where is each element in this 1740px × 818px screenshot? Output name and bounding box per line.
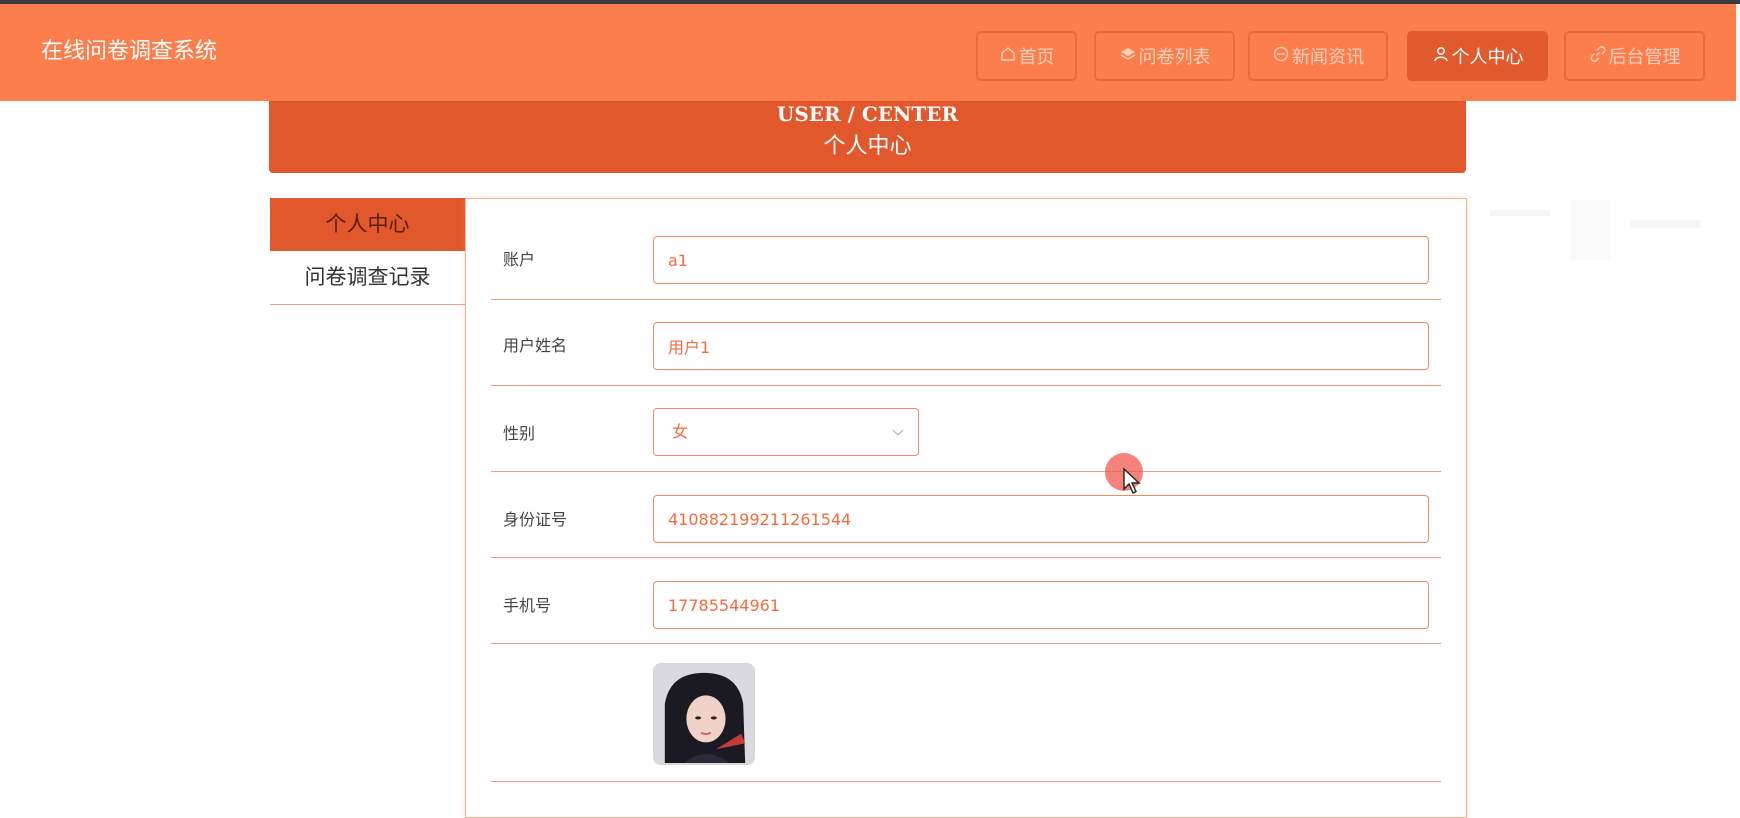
side-item-user-center[interactable]: 个人中心 — [270, 198, 465, 251]
link-icon — [1589, 45, 1607, 68]
banner-title-cn: 个人中心 — [823, 134, 912, 159]
form-row-name: 用户姓名 — [491, 299, 1441, 386]
profile-form-card: 账户 用户姓名 性别 女 身份证号 手机号 — [465, 198, 1467, 818]
avatar-image[interactable] — [653, 663, 755, 765]
app-title: 在线问卷调查系统 — [41, 39, 218, 64]
news-icon — [1272, 45, 1290, 68]
form-row-avatar — [491, 643, 1441, 782]
form-row-id-number: 身份证号 — [491, 471, 1441, 558]
account-label: 账户 — [503, 250, 536, 269]
nav-admin[interactable]: 后台管理 — [1564, 31, 1705, 81]
side-item-survey-records[interactable]: 问卷调查记录 — [270, 251, 465, 305]
phone-label: 手机号 — [503, 596, 552, 615]
gender-label: 性别 — [503, 424, 536, 443]
name-input[interactable] — [653, 322, 1429, 370]
account-input[interactable] — [653, 236, 1429, 284]
user-center-banner: USER / CENTER 个人中心 — [269, 101, 1466, 173]
side-menu: 个人中心 问卷调查记录 — [270, 198, 465, 305]
top-header: 在线问卷调查系统 首页 问卷列表 新闻资讯 个人中心 后台管理 — [0, 4, 1736, 101]
nav-questionnaire-list-label: 问卷列表 — [1138, 47, 1211, 68]
nav-questionnaire-list[interactable]: 问卷列表 — [1094, 31, 1235, 81]
gender-select[interactable]: 女 — [653, 408, 919, 456]
nav-news-label: 新闻资讯 — [1292, 47, 1364, 68]
home-icon — [999, 45, 1017, 68]
layers-icon — [1119, 45, 1137, 68]
nav-user-center-label: 个人中心 — [1451, 47, 1524, 68]
nav-home-label: 首页 — [1018, 47, 1055, 68]
scrollbar-gap — [1736, 4, 1740, 101]
gender-value: 女 — [672, 422, 689, 441]
id-number-label: 身份证号 — [503, 510, 568, 529]
name-label: 用户姓名 — [503, 336, 568, 355]
background-ghost-graphic — [1490, 200, 1700, 260]
mouse-cursor-icon — [1123, 467, 1141, 494]
form-row-phone: 手机号 — [491, 557, 1441, 644]
phone-input[interactable] — [653, 581, 1429, 629]
nav-home[interactable]: 首页 — [976, 31, 1077, 81]
nav-user-center[interactable]: 个人中心 — [1407, 31, 1548, 81]
user-icon — [1432, 45, 1450, 68]
form-row-gender: 性别 女 — [491, 385, 1441, 472]
id-number-input[interactable] — [653, 495, 1429, 543]
nav-admin-label: 后台管理 — [1608, 47, 1681, 68]
banner-title-en: USER / CENTER — [776, 102, 959, 126]
nav-news[interactable]: 新闻资讯 — [1248, 31, 1388, 81]
form-row-account: 账户 — [491, 199, 1441, 300]
chevron-down-icon — [892, 429, 904, 436]
